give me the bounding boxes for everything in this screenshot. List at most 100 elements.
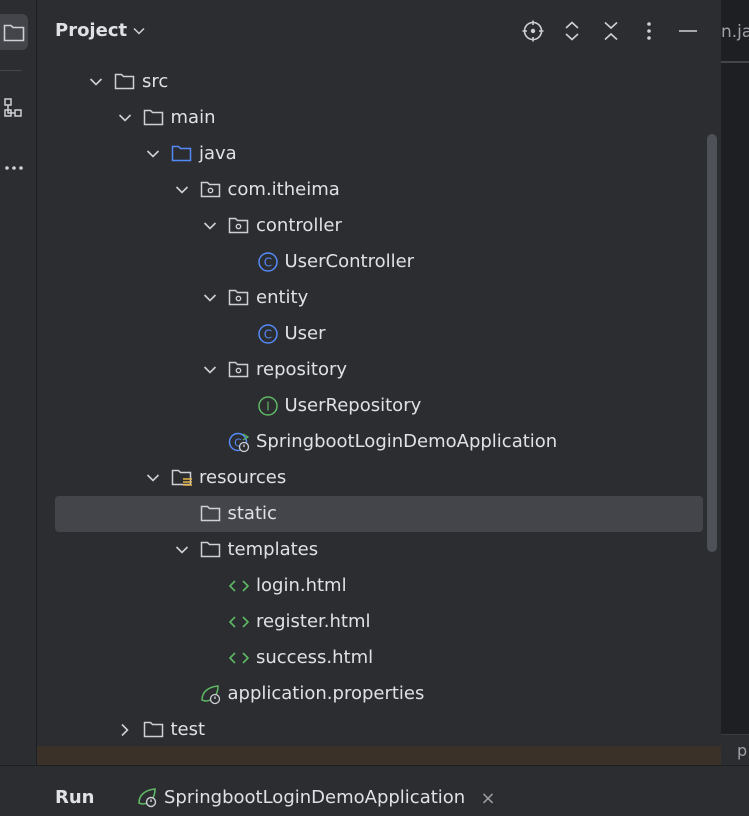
tree-node-main[interactable]: main: [37, 100, 721, 136]
svg-text:C: C: [263, 256, 271, 270]
tree-node-label: UserController: [284, 251, 415, 272]
tree-node-usercontroller[interactable]: C UserController: [37, 244, 721, 280]
source-folder-icon: [171, 143, 193, 165]
folder-icon: [143, 719, 165, 741]
project-panel-header: Project: [37, 0, 721, 62]
tree-node-label: entity: [256, 287, 309, 308]
editor-area: n.jav p: [721, 0, 749, 765]
tree-node-label: UserRepository: [284, 395, 422, 416]
tree-node-label: java: [199, 143, 237, 164]
close-icon[interactable]: ×: [478, 786, 498, 810]
more-tools-button[interactable]: [0, 150, 28, 186]
tree-node-userrepository[interactable]: I UserRepository: [37, 388, 721, 424]
spring-boot-run-icon: [138, 788, 157, 808]
tree-node-register-html[interactable]: register.html: [37, 604, 721, 640]
tree-node-label: main: [170, 107, 216, 128]
tree-node-application-properties[interactable]: application.properties: [37, 676, 721, 712]
tree-node-repository[interactable]: repository: [37, 352, 721, 388]
package-icon: [228, 359, 250, 381]
project-tree: src main java com.itheima controller C UserCon…: [37, 64, 721, 765]
folder-icon: [200, 503, 222, 525]
more-options-icon[interactable]: [636, 18, 662, 44]
html-icon: [228, 611, 250, 633]
chevron-down-icon[interactable]: [201, 289, 219, 307]
tree-node-src[interactable]: src: [37, 64, 721, 100]
project-panel: Project src main java com.itheima controller…: [37, 0, 721, 765]
package-icon: [200, 179, 222, 201]
project-tool-button[interactable]: [0, 14, 28, 50]
tree-node-login-html[interactable]: login.html: [37, 568, 721, 604]
project-view-selector[interactable]: Project: [55, 20, 145, 41]
package-icon: [228, 287, 250, 309]
folder-icon: [3, 24, 25, 42]
tree-node-label: repository: [256, 359, 348, 380]
folder-icon: [200, 539, 222, 561]
tree-node-templates[interactable]: templates: [37, 532, 721, 568]
tree-node-label: User: [284, 323, 326, 344]
more-horizontal-icon: [5, 166, 23, 170]
editor-bottom-strip: p: [721, 734, 749, 765]
folder-icon: [114, 71, 136, 93]
tree-scrollbar[interactable]: [707, 134, 717, 552]
tree-node-label: src: [142, 71, 169, 92]
tree-node-entity[interactable]: entity: [37, 280, 721, 316]
editor-tab-fragment[interactable]: n.jav: [721, 22, 749, 42]
structure-icon: [4, 98, 22, 117]
chevron-down-icon: [133, 23, 145, 39]
spring-properties-icon: [200, 683, 222, 705]
svg-text:I: I: [266, 400, 270, 414]
chevron-down-icon[interactable]: [87, 73, 105, 91]
editor-tab-divider: [721, 61, 749, 63]
chevron-down-icon[interactable]: [173, 541, 191, 559]
svg-text:C: C: [263, 328, 271, 342]
tree-node-com-itheima[interactable]: com.itheima: [37, 172, 721, 208]
run-tool-window-header: Run SpringbootLoginDemoApplication ×: [0, 765, 749, 816]
strip-divider: [0, 70, 22, 71]
project-title: Project: [55, 20, 128, 41]
tree-node-label: com.itheima: [227, 179, 340, 200]
selection-highlight: [55, 496, 703, 532]
tree-node-label: resources: [199, 467, 287, 488]
spring-boot-class-icon: C: [228, 431, 250, 453]
tree-node-label: static: [227, 503, 277, 524]
tree-node-controller[interactable]: controller: [37, 208, 721, 244]
minimize-icon[interactable]: [675, 18, 701, 44]
tree-node-springbootlogindemoapplication[interactable]: C SpringbootLoginDemoApplication: [37, 424, 721, 460]
structure-tool-button[interactable]: [0, 90, 28, 126]
expand-all-icon[interactable]: [559, 18, 585, 44]
chevron-down-icon[interactable]: [201, 361, 219, 379]
tree-node-label: login.html: [256, 575, 347, 596]
chevron-down-icon[interactable]: [116, 109, 134, 127]
tree-node-label: test: [170, 719, 206, 740]
chevron-down-icon[interactable]: [173, 181, 191, 199]
tree-node-java[interactable]: java: [37, 136, 721, 172]
tree-node-success-html[interactable]: success.html: [37, 640, 721, 676]
tree-node-label: register.html: [256, 611, 371, 632]
tree-node-label: success.html: [256, 647, 374, 668]
tree-node-resources[interactable]: resources: [37, 460, 721, 496]
chevron-down-icon[interactable]: [201, 217, 219, 235]
tree-node-label: application.properties: [227, 683, 425, 704]
run-tab-label: SpringbootLoginDemoApplication: [164, 786, 466, 808]
html-icon: [228, 575, 250, 597]
class-icon: C: [257, 251, 279, 273]
editor-bottom-fragment: p: [737, 741, 748, 760]
tree-node-test[interactable]: test: [37, 712, 721, 748]
tool-window-strip: [0, 0, 37, 815]
html-icon: [228, 647, 250, 669]
chevron-down-icon[interactable]: [144, 145, 162, 163]
collapse-all-icon[interactable]: [598, 18, 624, 44]
locate-icon[interactable]: [520, 18, 546, 44]
chevron-right-icon[interactable]: [116, 721, 134, 739]
interface-icon: I: [257, 395, 279, 417]
resources-folder-icon: [171, 467, 193, 489]
tree-node-label: templates: [227, 539, 319, 560]
panel-splitter[interactable]: [37, 746, 721, 765]
chevron-down-icon[interactable]: [144, 469, 162, 487]
class-icon: C: [257, 323, 279, 345]
tree-node-user[interactable]: C User: [37, 316, 721, 352]
tree-node-label: SpringbootLoginDemoApplication: [256, 431, 558, 452]
tree-node-static[interactable]: static: [37, 496, 721, 532]
run-title: Run: [55, 787, 95, 808]
run-configuration-tab[interactable]: SpringbootLoginDemoApplication: [136, 786, 465, 808]
